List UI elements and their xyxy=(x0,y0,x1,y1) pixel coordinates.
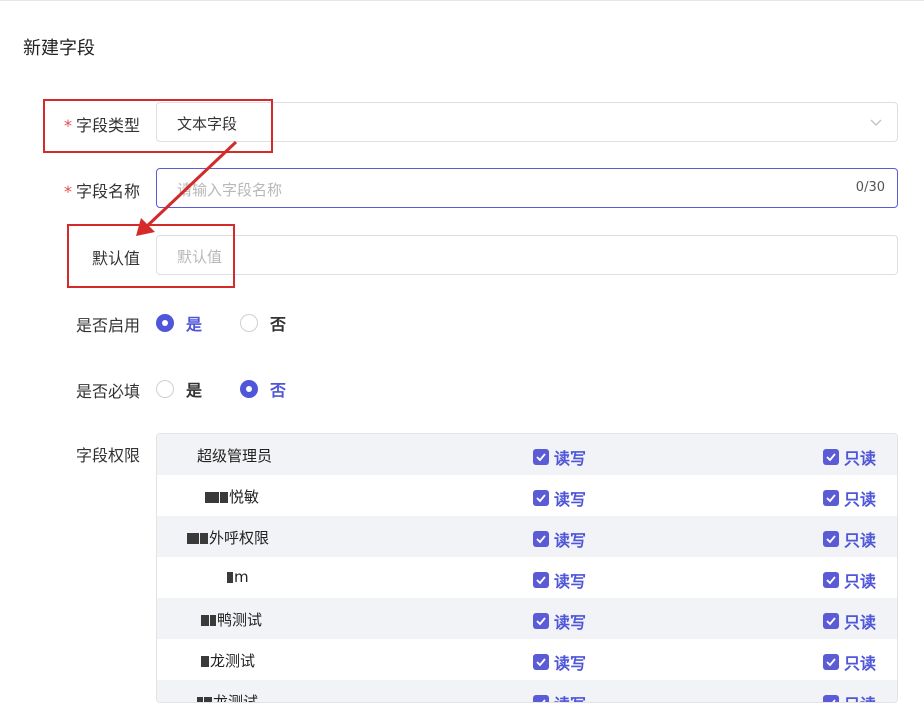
annotation-arrow xyxy=(136,140,238,236)
